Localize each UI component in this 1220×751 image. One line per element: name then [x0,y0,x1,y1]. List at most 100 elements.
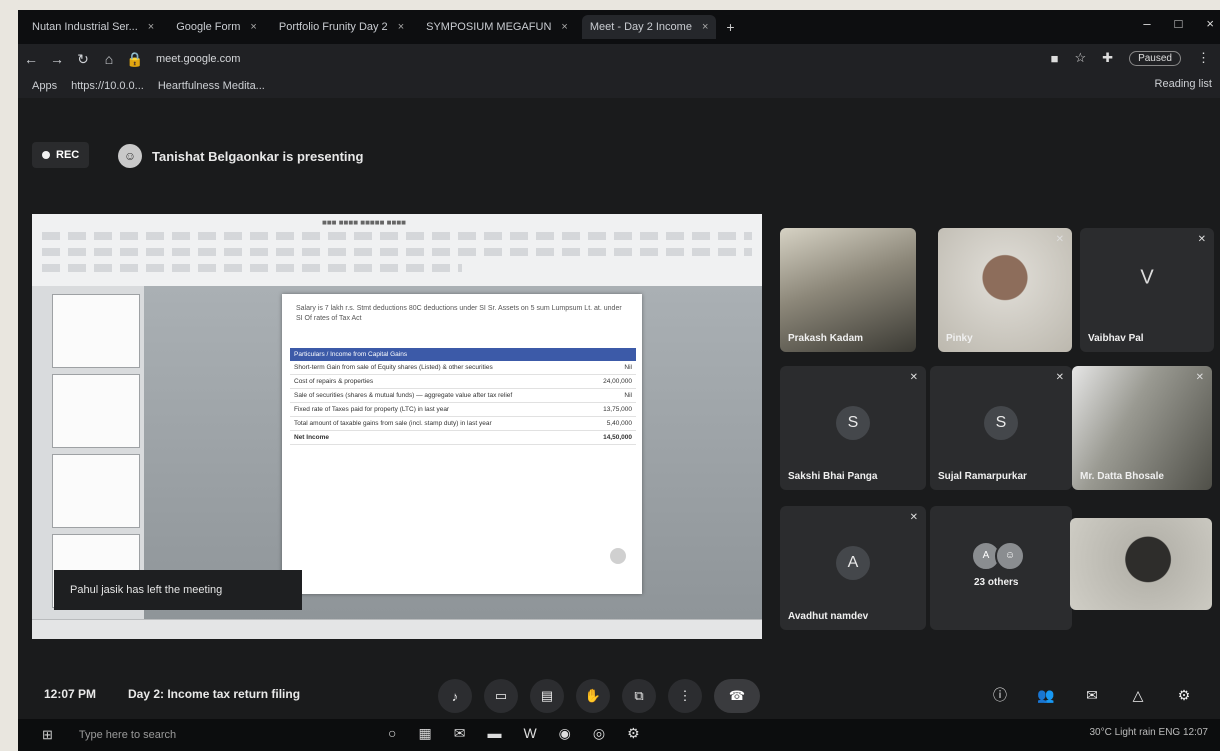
captions-icon[interactable]: ▤ [530,679,564,713]
reload-icon[interactable]: ↻ [70,51,96,68]
table-header: Particulars / Income from Capital Gains [290,348,636,361]
cortana-icon[interactable]: ○ [388,725,396,742]
lock-icon: 🔒 [126,50,144,67]
tab-label: Portfolio Frunity Day 2 [278,21,388,33]
slide-table: Particulars / Income from Capital Gains … [290,348,636,445]
others-count: 23 others [974,577,1019,588]
close-icon[interactable]: × [702,21,708,33]
mic-off-icon: ✕ [1055,234,1064,245]
camera-toggle-icon[interactable]: ▭ [484,679,518,713]
slide-thumbnail[interactable] [52,454,140,528]
slide-thumbnail[interactable] [52,374,140,448]
mic-off-icon: ✕ [909,372,918,383]
chrome-icon[interactable]: ◎ [593,725,605,742]
browser-tab-bar: Nutan Industrial Ser... × Google Form × Po… [18,10,1220,44]
reading-list[interactable]: Reading list [1155,78,1212,90]
participant-name: Vaibhav Pal [1088,333,1144,344]
info-icon[interactable]: ⓘ [984,679,1016,711]
slide-logo [610,548,626,564]
bookmark-apps[interactable]: Apps [32,80,57,92]
taskbar-search[interactable]: Type here to search [79,729,176,741]
close-icon[interactable]: × [148,21,154,33]
mic-off-icon: ✕ [1195,372,1204,383]
meeting-controls-bar: 12:07 PM Day 2: Income tax return filing… [18,671,1220,719]
meeting-clock: 12:07 PM [44,687,97,701]
row-label: Total amount of taxable gains from sale … [290,416,584,431]
ribbon-row [42,248,752,256]
home-icon[interactable]: ⌂ [96,51,122,67]
row-label: Cost of repairs & properties [290,374,584,389]
browser-tab[interactable]: Portfolio Frunity Day 2 × [271,15,412,39]
presenter-banner: ☺ Tanishat Belgaonkar is presenting [118,144,363,168]
close-icon[interactable]: × [250,21,256,33]
browser-tab-active[interactable]: Meet - Day 2 Income × [581,15,717,39]
self-view-tile[interactable] [1070,518,1212,610]
settings-icon[interactable]: ⚙ [627,725,640,742]
camera-icon[interactable]: ■ [1051,51,1059,66]
app-status-bar [32,619,762,639]
participant-tile[interactable]: ✕ S Sujal Ramarpurkar [930,366,1072,490]
ribbon-row [42,264,462,272]
taskbar-apps: ○ ▦ ✉ ▬ W ◉ ◎ ⚙ [388,725,640,742]
bookmark-item[interactable]: Heartfulness Medita... [158,80,265,92]
url-field[interactable]: meet.google.com [156,53,456,65]
participant-tile[interactable]: ✕ A Avadhut namdev [780,506,926,630]
browser-tab[interactable]: Google Form × [168,15,265,39]
table-row: Short-term Gain from sale of Equity shar… [290,361,636,375]
extensions-icon[interactable]: ✚ [1102,50,1113,66]
call-controls: ♪ ▭ ▤ ✋ ⧉ ⋮ ☎ [438,679,760,713]
others-tile[interactable]: A ☺ 23 others [930,506,1072,630]
microphone-icon[interactable]: ♪ [438,679,472,713]
activities-icon[interactable]: △ [1122,679,1154,711]
table-row-total: Net Income 14,50,000 [290,430,636,445]
row-value: 14,50,000 [584,430,636,445]
windows-start-icon[interactable]: ⊞ [42,727,53,743]
new-tab-icon[interactable]: + [726,19,734,35]
row-value: 5,40,000 [584,416,636,431]
chat-icon[interactable]: ✉ [1076,679,1108,711]
row-label: Short-term Gain from sale of Equity shar… [290,361,584,375]
close-icon[interactable]: × [398,21,404,33]
menu-icon[interactable]: ⋮ [1197,50,1210,66]
close-icon[interactable]: × [561,21,567,33]
presenter-text: Tanishat Belgaonkar is presenting [152,148,364,164]
people-icon[interactable]: 👥 [1030,679,1062,711]
bookmark-item[interactable]: https://10.0.0... [71,80,144,92]
toast-text: Pahul jasik has left the meeting [70,584,223,596]
present-icon[interactable]: ⧉ [622,679,656,713]
profile-button[interactable]: Paused [1129,50,1181,66]
task-view-icon[interactable]: ▦ [418,725,431,742]
slide-thumbnail[interactable] [52,294,140,368]
participant-tile[interactable]: ✕ Pinky [938,228,1072,352]
participant-tile[interactable]: ✕ S Sakshi Bhai Panga [780,366,926,490]
forward-icon[interactable]: → [44,51,70,67]
mail-icon[interactable]: ✉ [454,725,466,742]
browser-tab[interactable]: Nutan Industrial Ser... × [24,15,162,39]
back-icon[interactable]: ← [18,51,44,67]
presenter-avatar: ☺ [118,144,142,168]
table-row: Sale of securities (shares & mutual fund… [290,388,636,403]
word-icon[interactable]: W [523,725,536,742]
participant-tile[interactable]: Prakash Kadam [780,228,916,352]
participant-name: Prakash Kadam [788,333,864,344]
participant-tile[interactable]: ✕ Mr. Datta Bhosale [1072,366,1212,490]
end-call-button[interactable]: ☎ [714,679,760,713]
app-ribbon: ■■■ ■■■■ ■■■■■ ■■■■ [32,214,762,287]
close-window-icon[interactable]: × [1206,16,1214,31]
participant-tile[interactable]: ✕ V Vaibhav Pal [1080,228,1214,352]
raise-hand-icon[interactable]: ✋ [576,679,610,713]
row-label: Net Income [290,430,584,445]
edge-icon[interactable]: ◉ [559,725,571,742]
row-value: 24,00,000 [584,374,636,389]
browser-tab[interactable]: SYMPOSIUM MEGAFUN × [418,15,576,39]
maximize-icon[interactable]: □ [1175,16,1183,31]
notification-toast: Pahul jasik has left the meeting [54,570,302,610]
minimize-icon[interactable]: – [1143,16,1150,31]
more-options-icon[interactable]: ⋮ [668,679,702,713]
host-controls-icon[interactable]: ⚙ [1168,679,1200,711]
file-explorer-icon[interactable]: ▬ [487,725,501,742]
star-icon[interactable]: ☆ [1075,50,1087,66]
participant-name: Sakshi Bhai Panga [788,471,878,482]
row-value: Nil [584,361,636,375]
bookmarks-bar: Apps https://10.0.0... Heartfulness Medi… [18,74,1220,98]
